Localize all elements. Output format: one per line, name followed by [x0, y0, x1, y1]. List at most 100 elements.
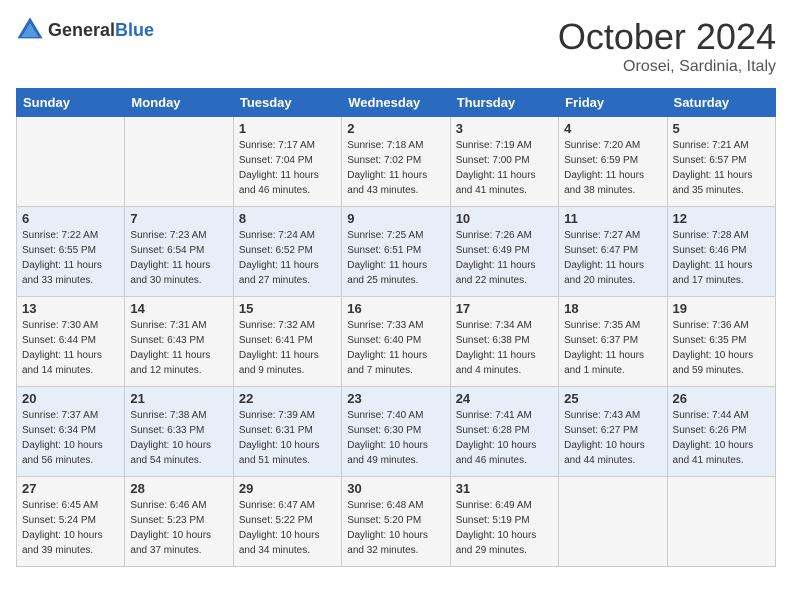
day-info: Sunrise: 7:22 AMSunset: 6:55 PMDaylight:… — [22, 228, 119, 288]
calendar-cell: 30 Sunrise: 6:48 AMSunset: 5:20 PMDayligh… — [342, 477, 450, 567]
day-number: 1 — [239, 121, 336, 136]
calendar-header: SundayMondayTuesdayWednesdayThursdayFrid… — [17, 89, 776, 117]
day-number: 8 — [239, 211, 336, 226]
calendar-cell: 27 Sunrise: 6:45 AMSunset: 5:24 PMDayligh… — [17, 477, 125, 567]
calendar-cell: 5 Sunrise: 7:21 AMSunset: 6:57 PMDaylight… — [667, 117, 775, 207]
calendar-cell: 8 Sunrise: 7:24 AMSunset: 6:52 PMDaylight… — [233, 207, 341, 297]
week-row-1: 1 Sunrise: 7:17 AMSunset: 7:04 PMDaylight… — [17, 117, 776, 207]
day-number: 29 — [239, 481, 336, 496]
calendar-cell: 29 Sunrise: 6:47 AMSunset: 5:22 PMDayligh… — [233, 477, 341, 567]
page-header: GeneralBlue October 2024 Orosei, Sardini… — [16, 16, 776, 76]
day-number: 16 — [347, 301, 444, 316]
calendar-cell: 6 Sunrise: 7:22 AMSunset: 6:55 PMDaylight… — [17, 207, 125, 297]
month-title: October 2024 — [558, 16, 776, 58]
day-number: 12 — [673, 211, 770, 226]
day-number: 6 — [22, 211, 119, 226]
day-info: Sunrise: 7:20 AMSunset: 6:59 PMDaylight:… — [564, 138, 661, 198]
day-number: 4 — [564, 121, 661, 136]
day-info: Sunrise: 6:47 AMSunset: 5:22 PMDaylight:… — [239, 498, 336, 558]
title-block: October 2024 Orosei, Sardinia, Italy — [558, 16, 776, 76]
day-number: 30 — [347, 481, 444, 496]
day-info: Sunrise: 6:49 AMSunset: 5:19 PMDaylight:… — [456, 498, 553, 558]
day-number: 5 — [673, 121, 770, 136]
days-of-week-row: SundayMondayTuesdayWednesdayThursdayFrid… — [17, 89, 776, 117]
day-number: 21 — [130, 391, 227, 406]
calendar-cell — [667, 477, 775, 567]
calendar-cell: 11 Sunrise: 7:27 AMSunset: 6:47 PMDayligh… — [559, 207, 667, 297]
day-info: Sunrise: 7:25 AMSunset: 6:51 PMDaylight:… — [347, 228, 444, 288]
logo-wordmark: GeneralBlue — [48, 20, 154, 41]
logo: GeneralBlue — [16, 16, 154, 44]
day-info: Sunrise: 7:19 AMSunset: 7:00 PMDaylight:… — [456, 138, 553, 198]
day-info: Sunrise: 7:37 AMSunset: 6:34 PMDaylight:… — [22, 408, 119, 468]
calendar-cell: 19 Sunrise: 7:36 AMSunset: 6:35 PMDayligh… — [667, 297, 775, 387]
calendar-cell: 2 Sunrise: 7:18 AMSunset: 7:02 PMDaylight… — [342, 117, 450, 207]
day-info: Sunrise: 7:17 AMSunset: 7:04 PMDaylight:… — [239, 138, 336, 198]
day-header-friday: Friday — [559, 89, 667, 117]
calendar-table: SundayMondayTuesdayWednesdayThursdayFrid… — [16, 88, 776, 567]
day-number: 18 — [564, 301, 661, 316]
day-info: Sunrise: 7:35 AMSunset: 6:37 PMDaylight:… — [564, 318, 661, 378]
day-number: 26 — [673, 391, 770, 406]
day-info: Sunrise: 6:48 AMSunset: 5:20 PMDaylight:… — [347, 498, 444, 558]
day-header-tuesday: Tuesday — [233, 89, 341, 117]
day-number: 2 — [347, 121, 444, 136]
calendar-cell: 1 Sunrise: 7:17 AMSunset: 7:04 PMDaylight… — [233, 117, 341, 207]
calendar-cell: 20Sunrise: 7:37 AMSunset: 6:34 PMDayligh… — [17, 387, 125, 477]
day-number: 23 — [347, 391, 444, 406]
calendar-cell: 21Sunrise: 7:38 AMSunset: 6:33 PMDayligh… — [125, 387, 233, 477]
day-info: Sunrise: 7:18 AMSunset: 7:02 PMDaylight:… — [347, 138, 444, 198]
location-subtitle: Orosei, Sardinia, Italy — [558, 58, 776, 76]
calendar-cell — [125, 117, 233, 207]
calendar-cell: 31Sunrise: 6:49 AMSunset: 5:19 PMDayligh… — [450, 477, 558, 567]
day-info: Sunrise: 6:46 AMSunset: 5:23 PMDaylight:… — [130, 498, 227, 558]
calendar-cell — [559, 477, 667, 567]
calendar-cell: 13Sunrise: 7:30 AMSunset: 6:44 PMDayligh… — [17, 297, 125, 387]
day-number: 19 — [673, 301, 770, 316]
day-number: 17 — [456, 301, 553, 316]
day-info: Sunrise: 7:41 AMSunset: 6:28 PMDaylight:… — [456, 408, 553, 468]
day-info: Sunrise: 6:45 AMSunset: 5:24 PMDaylight:… — [22, 498, 119, 558]
calendar-cell: 9 Sunrise: 7:25 AMSunset: 6:51 PMDaylight… — [342, 207, 450, 297]
calendar-cell: 18 Sunrise: 7:35 AMSunset: 6:37 PMDayligh… — [559, 297, 667, 387]
day-number: 24 — [456, 391, 553, 406]
calendar-cell: 22Sunrise: 7:39 AMSunset: 6:31 PMDayligh… — [233, 387, 341, 477]
week-row-5: 27 Sunrise: 6:45 AMSunset: 5:24 PMDayligh… — [17, 477, 776, 567]
calendar-cell: 17Sunrise: 7:34 AMSunset: 6:38 PMDayligh… — [450, 297, 558, 387]
day-number: 25 — [564, 391, 661, 406]
logo-icon — [16, 16, 44, 44]
day-number: 28 — [130, 481, 227, 496]
calendar-cell: 25Sunrise: 7:43 AMSunset: 6:27 PMDayligh… — [559, 387, 667, 477]
day-info: Sunrise: 7:24 AMSunset: 6:52 PMDaylight:… — [239, 228, 336, 288]
calendar-cell: 14Sunrise: 7:31 AMSunset: 6:43 PMDayligh… — [125, 297, 233, 387]
day-info: Sunrise: 7:44 AMSunset: 6:26 PMDaylight:… — [673, 408, 770, 468]
day-info: Sunrise: 7:33 AMSunset: 6:40 PMDaylight:… — [347, 318, 444, 378]
day-number: 22 — [239, 391, 336, 406]
day-info: Sunrise: 7:27 AMSunset: 6:47 PMDaylight:… — [564, 228, 661, 288]
day-header-thursday: Thursday — [450, 89, 558, 117]
logo-general: General — [48, 20, 115, 40]
day-header-sunday: Sunday — [17, 89, 125, 117]
week-row-2: 6 Sunrise: 7:22 AMSunset: 6:55 PMDaylight… — [17, 207, 776, 297]
calendar-cell: 28 Sunrise: 6:46 AMSunset: 5:23 PMDayligh… — [125, 477, 233, 567]
calendar-cell: 12Sunrise: 7:28 AMSunset: 6:46 PMDayligh… — [667, 207, 775, 297]
calendar-cell: 15Sunrise: 7:32 AMSunset: 6:41 PMDayligh… — [233, 297, 341, 387]
day-number: 11 — [564, 211, 661, 226]
day-number: 27 — [22, 481, 119, 496]
day-number: 9 — [347, 211, 444, 226]
day-info: Sunrise: 7:21 AMSunset: 6:57 PMDaylight:… — [673, 138, 770, 198]
calendar-cell: 7Sunrise: 7:23 AMSunset: 6:54 PMDaylight… — [125, 207, 233, 297]
day-header-monday: Monday — [125, 89, 233, 117]
calendar-cell: 3 Sunrise: 7:19 AMSunset: 7:00 PMDaylight… — [450, 117, 558, 207]
day-info: Sunrise: 7:26 AMSunset: 6:49 PMDaylight:… — [456, 228, 553, 288]
day-number: 3 — [456, 121, 553, 136]
calendar-cell — [17, 117, 125, 207]
day-number: 10 — [456, 211, 553, 226]
day-header-saturday: Saturday — [667, 89, 775, 117]
day-info: Sunrise: 7:36 AMSunset: 6:35 PMDaylight:… — [673, 318, 770, 378]
week-row-4: 20Sunrise: 7:37 AMSunset: 6:34 PMDayligh… — [17, 387, 776, 477]
calendar-cell: 16 Sunrise: 7:33 AMSunset: 6:40 PMDayligh… — [342, 297, 450, 387]
calendar-cell: 4 Sunrise: 7:20 AMSunset: 6:59 PMDaylight… — [559, 117, 667, 207]
calendar-cell: 26 Sunrise: 7:44 AMSunset: 6:26 PMDayligh… — [667, 387, 775, 477]
day-info: Sunrise: 7:32 AMSunset: 6:41 PMDaylight:… — [239, 318, 336, 378]
